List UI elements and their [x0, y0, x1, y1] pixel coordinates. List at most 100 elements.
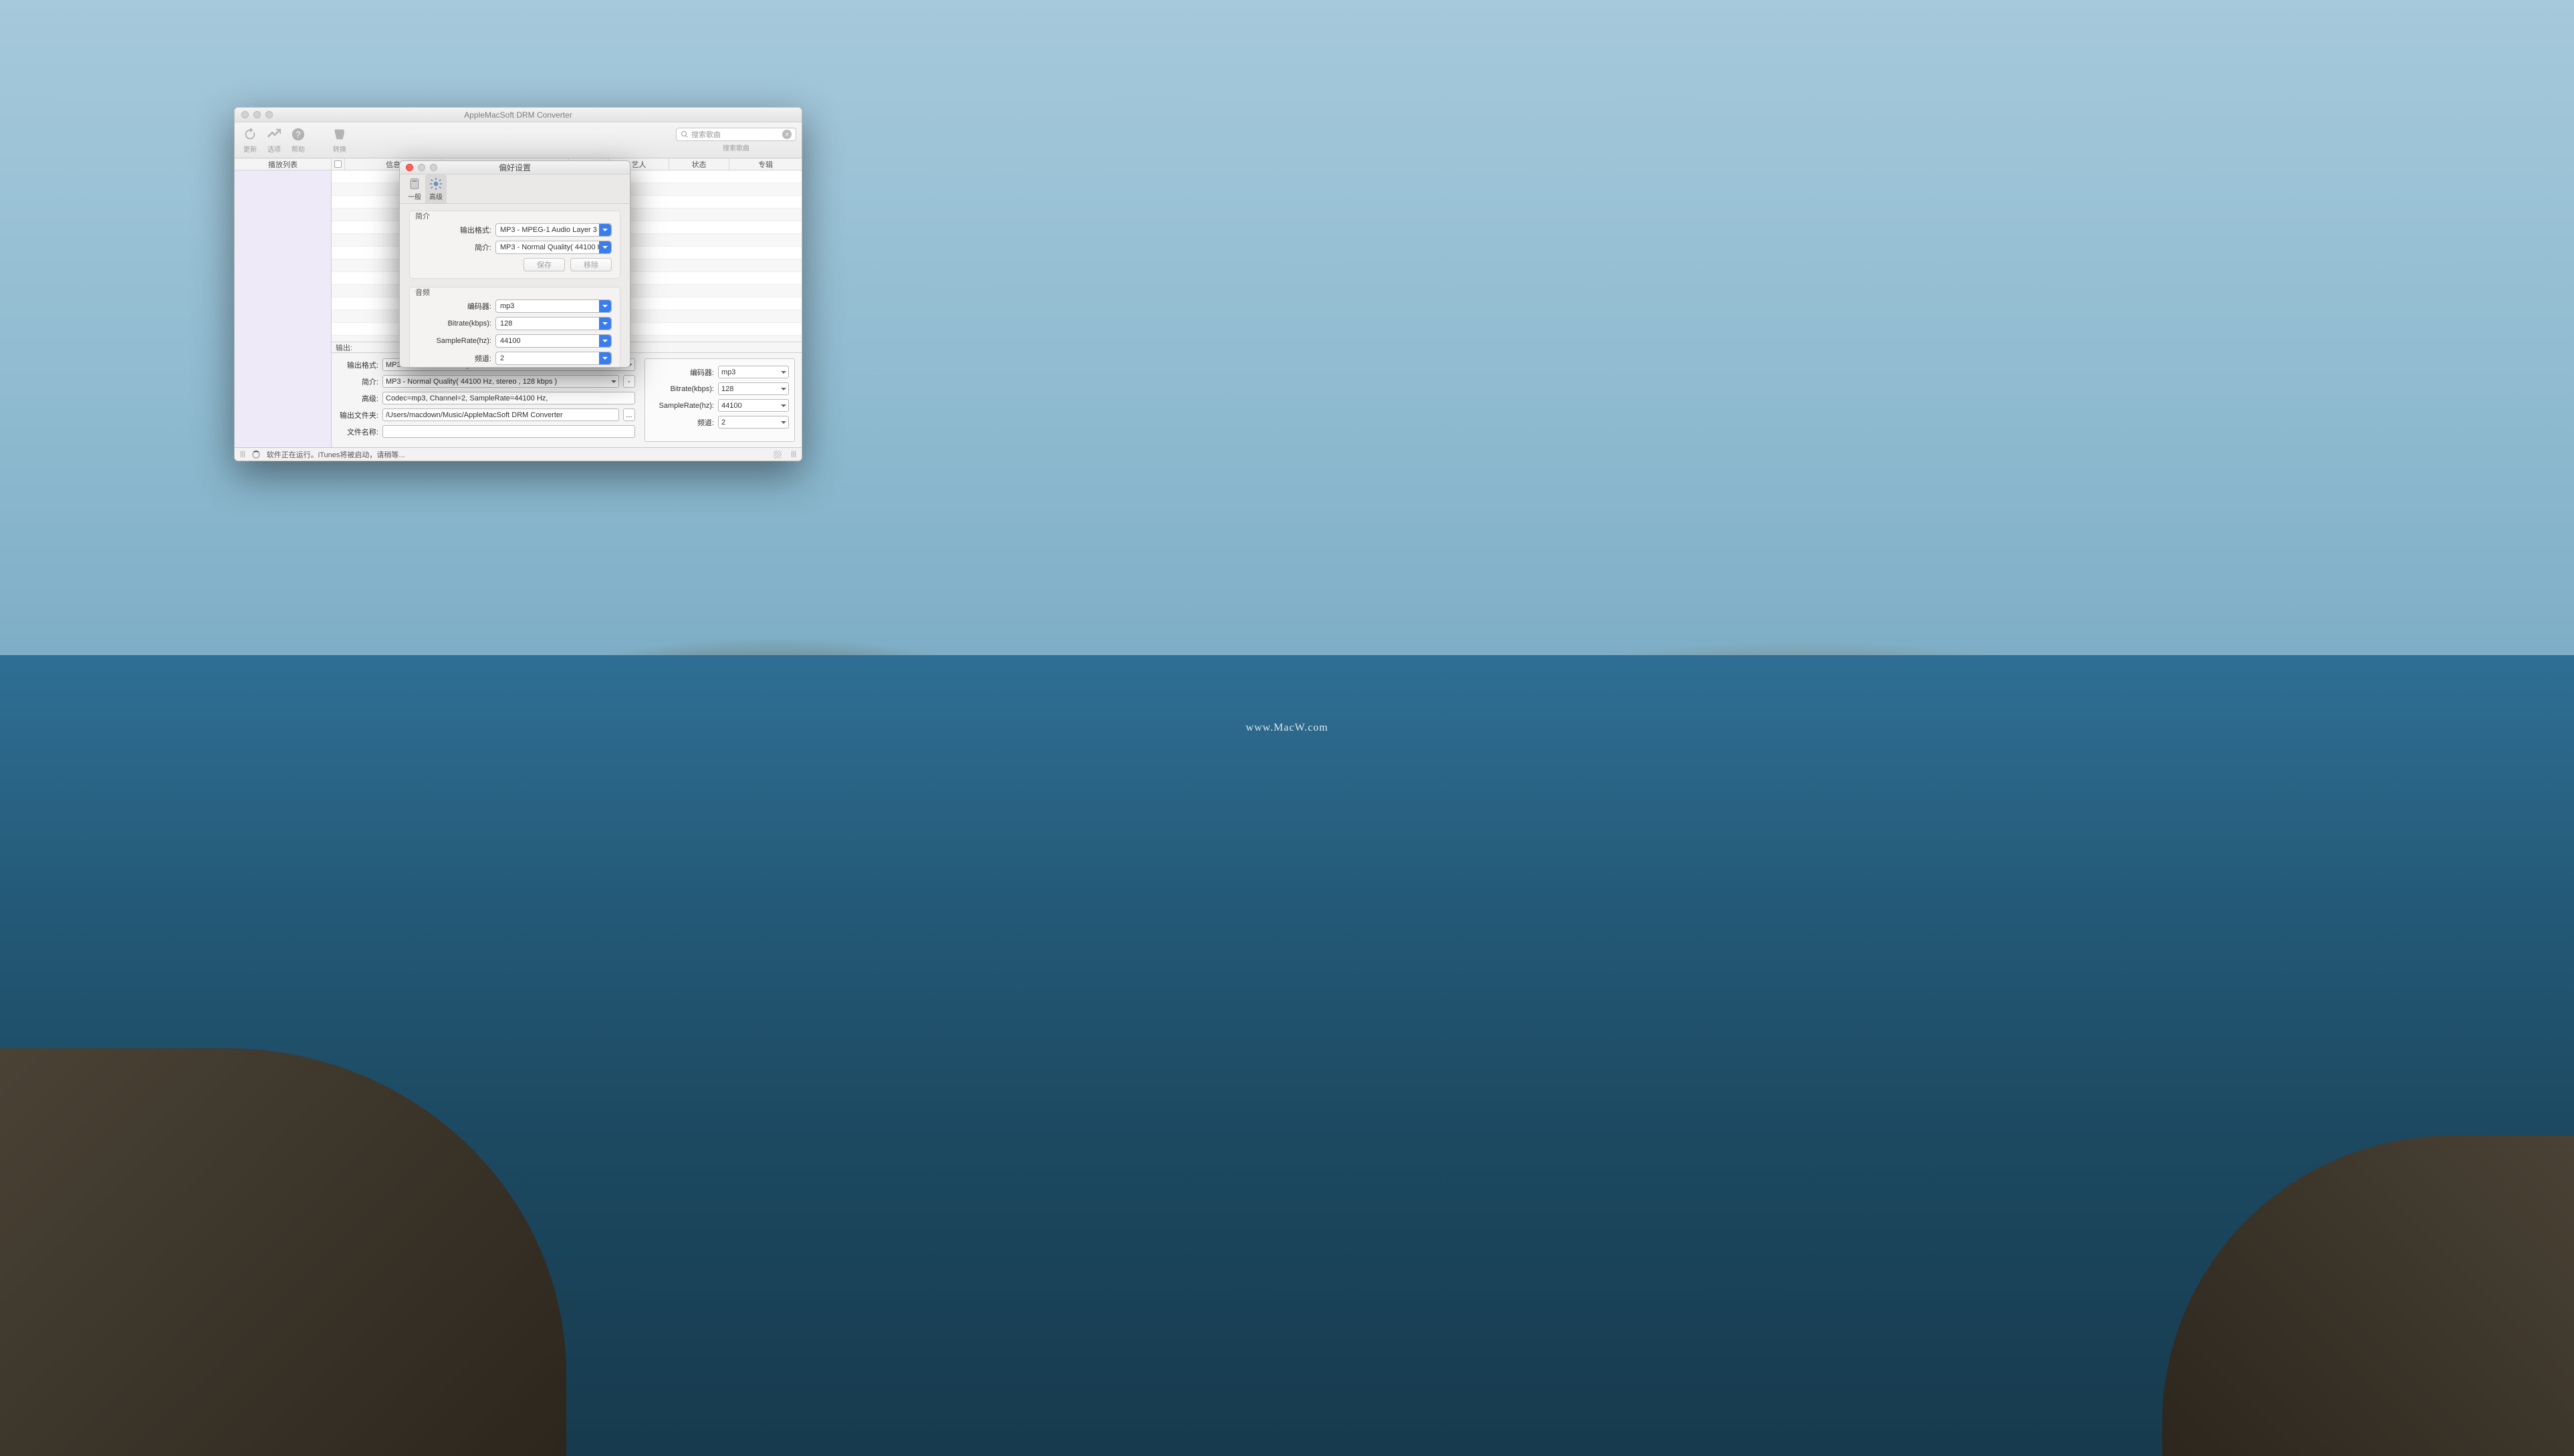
prefs-bitrate-label: Bitrate(kbps):	[418, 320, 491, 328]
folder-browse-button[interactable]: ...	[623, 408, 635, 421]
advanced-field: Codec=mp3, Channel=2, SampleRate=44100 H…	[382, 392, 635, 404]
convert-icon	[332, 126, 348, 142]
search-icon	[681, 130, 689, 138]
prefs-format-label: 输出格式:	[418, 225, 491, 235]
resize-grip[interactable]	[774, 451, 782, 459]
save-button[interactable]: 保存	[523, 258, 565, 271]
prefs-encoder-select[interactable]: mp3	[495, 299, 612, 313]
gear-icon	[429, 176, 443, 191]
refresh-label: 更新	[243, 144, 257, 154]
pager-right[interactable]: |||	[791, 451, 796, 458]
prefs-tabs: 一般 高级	[400, 174, 630, 204]
prefs-samplerate-value: 44100	[500, 337, 521, 345]
search-placeholder: 搜索歌曲	[691, 129, 780, 140]
samplerate-select[interactable]: 44100	[718, 399, 789, 412]
group-profile: 简介 输出格式: MP3 - MPEG-1 Audio Layer 3 简介: …	[409, 211, 620, 279]
clear-search-icon[interactable]: ×	[782, 130, 792, 139]
format-label: 输出格式:	[338, 360, 378, 370]
prefs-samplerate-label: SampleRate(hz):	[418, 337, 491, 345]
encoder-select[interactable]: mp3	[718, 366, 789, 378]
profile-remove-button[interactable]: -	[623, 375, 635, 388]
tab-general-label: 一般	[408, 191, 421, 201]
tab-general[interactable]: 一般	[404, 174, 425, 203]
toolbar: 更新 选项 ? 帮助 转换 搜索歌曲	[235, 122, 802, 158]
audio-settings-panel: 编码器: mp3 Bitrate(kbps): 128 SampleRate(hz)…	[645, 358, 795, 442]
group-audio-label: 音频	[415, 287, 430, 297]
chevron-down-icon	[599, 335, 611, 347]
prefs-channel-label: 频道:	[418, 353, 491, 364]
select-all-checkbox[interactable]	[334, 160, 342, 168]
bitrate-label: Bitrate(kbps):	[651, 385, 714, 393]
group-profile-label: 简介	[415, 211, 430, 221]
folder-field[interactable]: /Users/macdown/Music/AppleMacSoft DRM Co…	[382, 408, 619, 421]
prefs-bitrate-select[interactable]: 128	[495, 317, 612, 330]
remove-button[interactable]: 移除	[570, 258, 612, 271]
help-label: 帮助	[291, 144, 305, 154]
prefs-profile-label: 简介:	[418, 242, 491, 253]
advanced-value: Codec=mp3, Channel=2, SampleRate=44100 H…	[386, 394, 548, 402]
filename-label: 文件名称:	[338, 427, 378, 437]
convert-button[interactable]: 转换	[330, 126, 350, 154]
channel-label: 频道:	[651, 417, 714, 428]
refresh-icon	[242, 126, 258, 142]
channel-value: 2	[721, 418, 725, 427]
advanced-label: 高级:	[338, 393, 378, 404]
prefs-body: 简介 输出格式: MP3 - MPEG-1 Audio Layer 3 简介: …	[400, 204, 630, 367]
options-icon	[266, 126, 282, 142]
prefs-encoder-label: 编码器:	[418, 301, 491, 312]
convert-label: 转换	[333, 144, 346, 154]
refresh-button[interactable]: 更新	[240, 126, 260, 154]
samplerate-value: 44100	[721, 402, 742, 410]
profile-value: MP3 - Normal Quality( 44100 Hz, stereo ,…	[386, 378, 557, 386]
tab-advanced-label: 高级	[429, 191, 443, 201]
playlist-sidebar[interactable]	[235, 170, 332, 447]
options-button[interactable]: 选项	[264, 126, 284, 154]
app-title: AppleMacSoft DRM Converter	[235, 110, 802, 120]
prefs-titlebar[interactable]: 偏好设置	[400, 161, 630, 174]
search-wrap: 搜索歌曲 × 搜索歌曲	[676, 128, 796, 152]
general-icon	[407, 176, 422, 191]
chevron-down-icon	[599, 300, 611, 312]
filename-field[interactable]	[382, 425, 635, 438]
col-status[interactable]: 状态	[669, 158, 729, 170]
statusbar: ||| 软件正在运行。iTunes将被启动，请稍等... |||	[235, 447, 802, 461]
prefs-title: 偏好设置	[400, 162, 630, 173]
prefs-encoder-value: mp3	[500, 302, 514, 310]
help-button[interactable]: ? 帮助	[288, 126, 308, 154]
col-playlist[interactable]: 播放列表	[235, 158, 332, 170]
prefs-channel-value: 2	[500, 354, 504, 362]
chevron-down-icon	[599, 241, 611, 253]
col-checkbox[interactable]	[332, 158, 345, 170]
svg-text:?: ?	[296, 130, 300, 140]
prefs-format-value: MP3 - MPEG-1 Audio Layer 3	[500, 226, 597, 234]
chevron-down-icon	[599, 352, 611, 364]
channel-select[interactable]: 2	[718, 416, 789, 429]
folder-label: 输出文件夹:	[338, 410, 378, 420]
samplerate-label: SampleRate(hz):	[651, 402, 714, 410]
status-text: 软件正在运行。iTunes将被启动，请稍等...	[267, 449, 405, 460]
prefs-samplerate-select[interactable]: 44100	[495, 334, 612, 348]
help-icon: ?	[290, 126, 306, 142]
encoder-label: 编码器:	[651, 367, 714, 378]
output-settings-panel: 输出格式: MP3 - MPEG-1 Audio Layer 3 简介: MP3…	[338, 358, 635, 442]
group-audio: 音频 编码器: mp3 Bitrate(kbps): 128 SampleRate(…	[409, 287, 620, 367]
profile-select[interactable]: MP3 - Normal Quality( 44100 Hz, stereo ,…	[382, 375, 619, 388]
search-input[interactable]: 搜索歌曲 ×	[676, 128, 796, 141]
chevron-down-icon	[599, 318, 611, 330]
preferences-window: 偏好设置 一般 高级 简介 输出格式: MP3 - MPEG-1 Audio L…	[399, 160, 630, 368]
prefs-format-select[interactable]: MP3 - MPEG-1 Audio Layer 3	[495, 223, 612, 237]
prefs-bitrate-value: 128	[500, 320, 512, 328]
search-label: 搜索歌曲	[723, 142, 749, 152]
titlebar[interactable]: AppleMacSoft DRM Converter	[235, 108, 802, 122]
options-label: 选项	[267, 144, 281, 154]
folder-value: /Users/macdown/Music/AppleMacSoft DRM Co…	[386, 411, 563, 419]
prefs-profile-select[interactable]: MP3 - Normal Quality( 44100 H	[495, 241, 612, 254]
pager-left[interactable]: |||	[240, 451, 245, 458]
tab-advanced[interactable]: 高级	[425, 174, 447, 203]
spinner-icon	[252, 451, 260, 459]
bitrate-select[interactable]: 128	[718, 382, 789, 395]
chevron-down-icon	[599, 224, 611, 236]
prefs-channel-select[interactable]: 2	[495, 352, 612, 365]
profile-label: 简介:	[338, 376, 378, 387]
col-album[interactable]: 专辑	[729, 158, 802, 170]
